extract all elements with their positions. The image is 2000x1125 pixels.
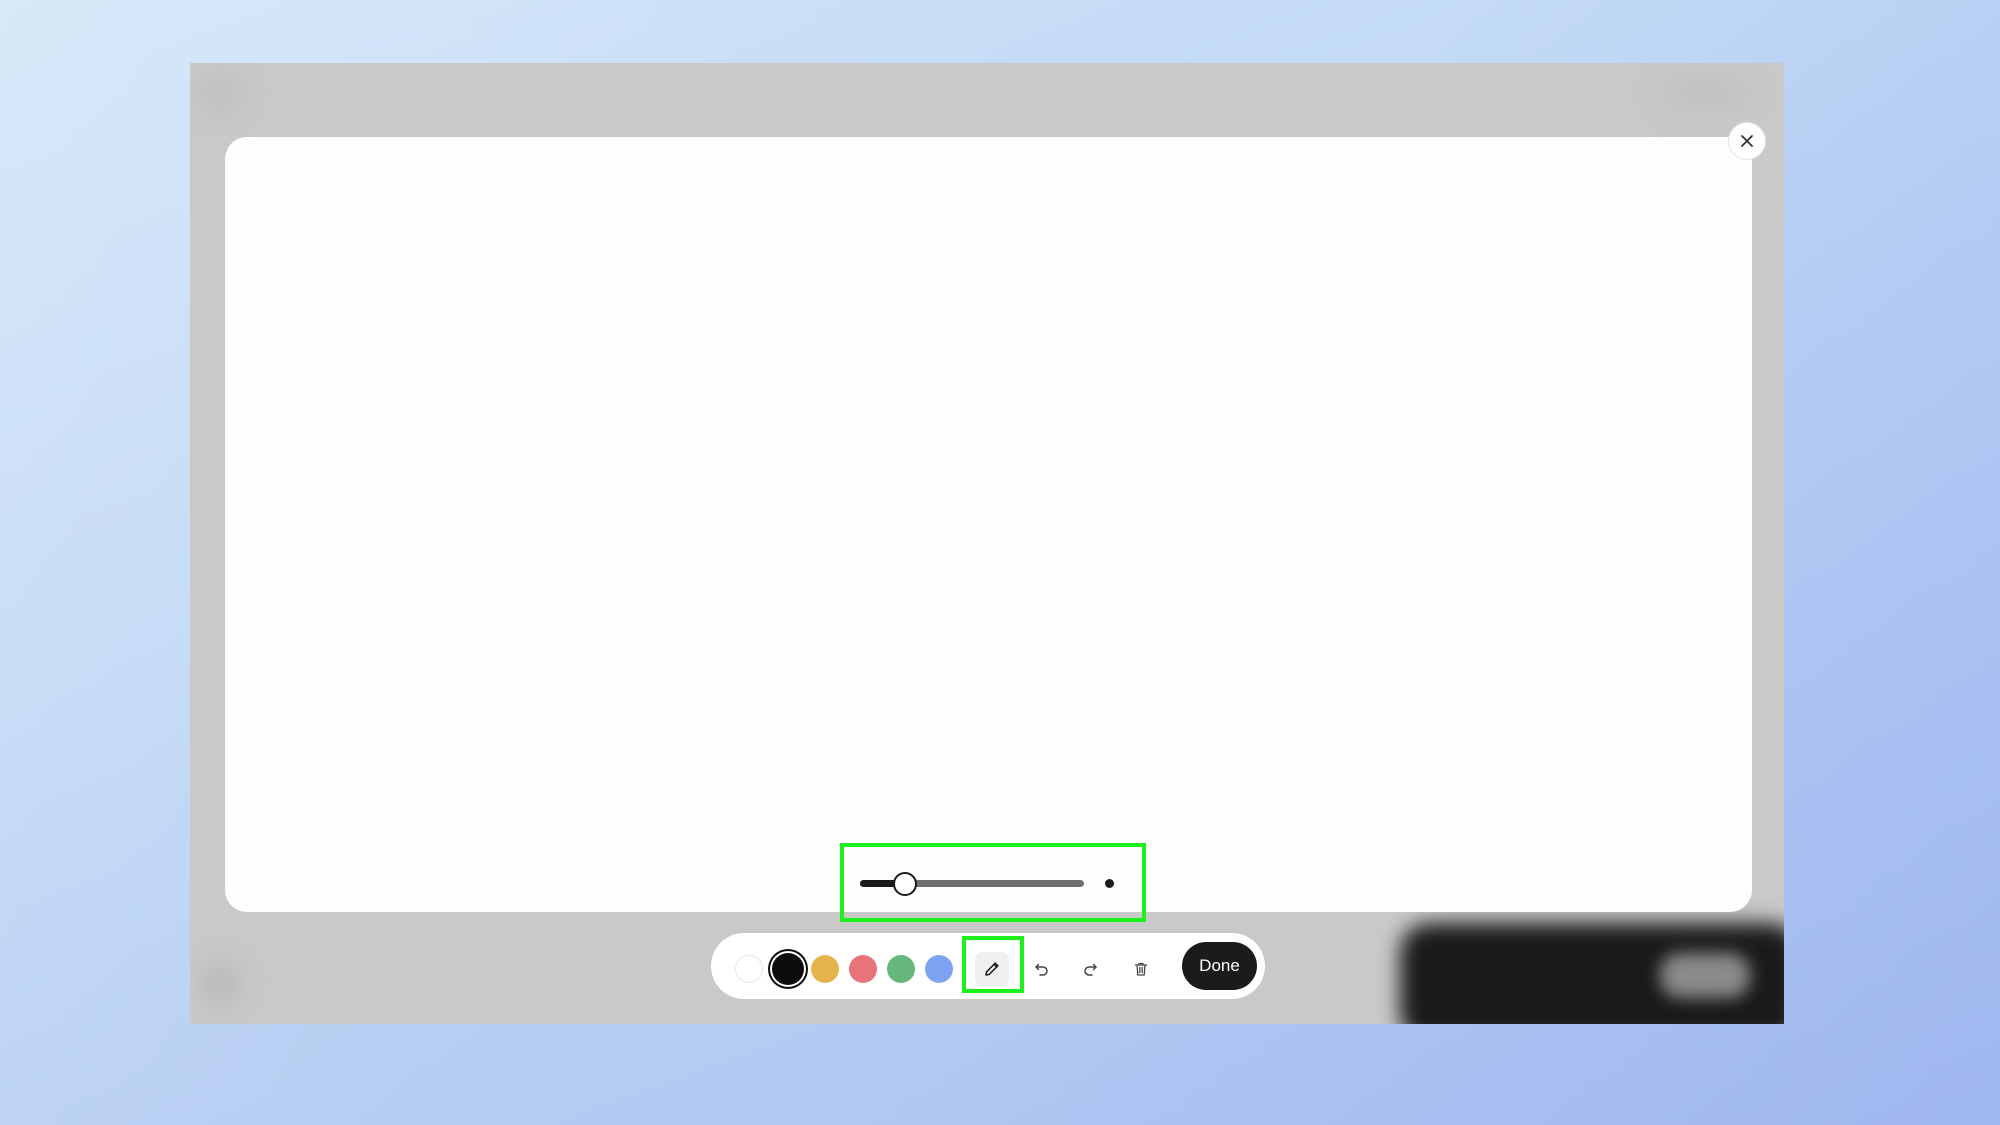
color-swatch-blue[interactable] [925,955,953,983]
undo-button[interactable] [1024,952,1058,986]
clear-button[interactable] [1124,952,1158,986]
blurred-button [1660,953,1750,998]
done-button[interactable]: Done [1182,942,1257,990]
color-swatch-white[interactable] [735,955,763,983]
highlight-box-pencil [962,936,1024,993]
redo-icon [1084,963,1097,976]
drawing-canvas[interactable] [225,137,1752,912]
highlight-box-slider [840,843,1146,922]
undo-icon [1035,963,1048,976]
color-swatch-green[interactable] [887,955,915,983]
color-swatch-black[interactable] [770,951,806,987]
color-swatch-red[interactable] [849,955,877,983]
trash-icon [1134,962,1148,976]
blurred-element [200,963,240,1003]
color-swatch-yellow[interactable] [811,955,839,983]
close-button[interactable] [1728,122,1766,160]
blurred-element [200,73,240,113]
blurred-element [1660,78,1750,108]
redo-button[interactable] [1074,952,1108,986]
close-icon [1741,135,1753,147]
